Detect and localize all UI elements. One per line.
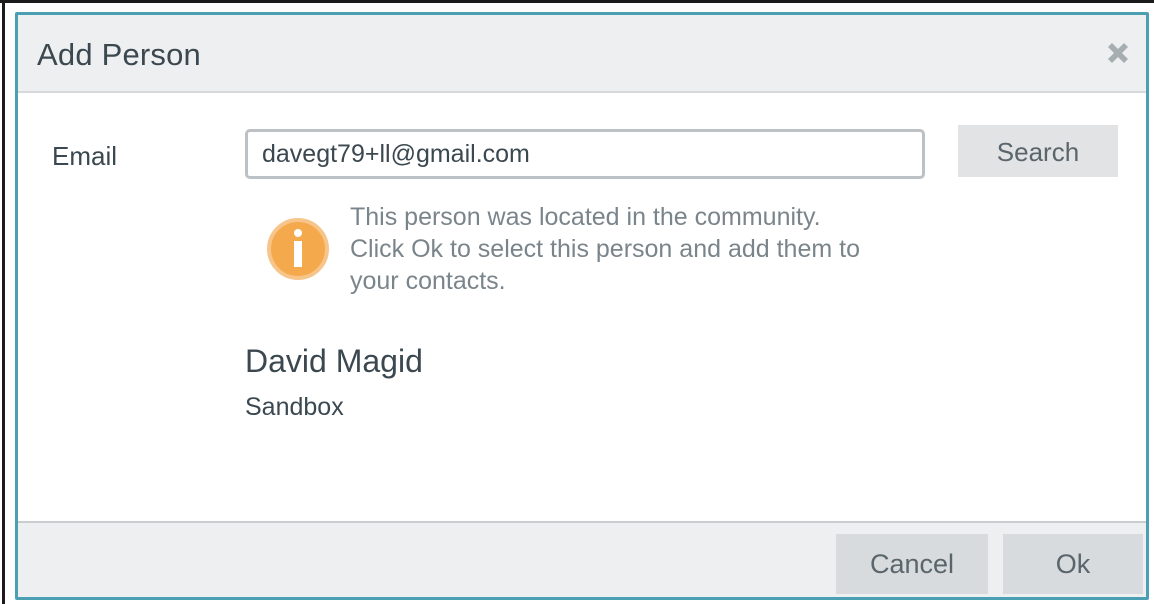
info-message-line: This person was located in the community… <box>350 203 821 231</box>
dialog-header: Add Person <box>18 15 1146 93</box>
ok-button[interactable]: Ok <box>1003 534 1143 594</box>
email-label: Email <box>52 141 118 171</box>
info-icon <box>267 218 329 280</box>
info-message: This person was located in the community… <box>350 201 950 297</box>
email-input[interactable] <box>245 129 925 179</box>
close-button[interactable] <box>1102 37 1134 69</box>
person-name: David Magid <box>245 343 423 379</box>
person-organization: Sandbox <box>245 393 344 421</box>
add-person-dialog: Add Person Email Search This person was … <box>15 12 1149 600</box>
cancel-button[interactable]: Cancel <box>836 534 988 594</box>
info-message-line: your contacts. <box>350 267 506 295</box>
close-x-icon <box>1108 43 1128 63</box>
background-border-left <box>2 0 5 604</box>
search-button[interactable]: Search <box>958 125 1118 177</box>
background-border-top <box>0 0 1154 3</box>
dialog-footer: Cancel Ok <box>18 521 1146 597</box>
dialog-body: Email Search This person was located in … <box>18 93 1146 521</box>
info-message-line: Click Ok to select this person and add t… <box>350 235 860 263</box>
dialog-title: Add Person <box>37 37 201 72</box>
